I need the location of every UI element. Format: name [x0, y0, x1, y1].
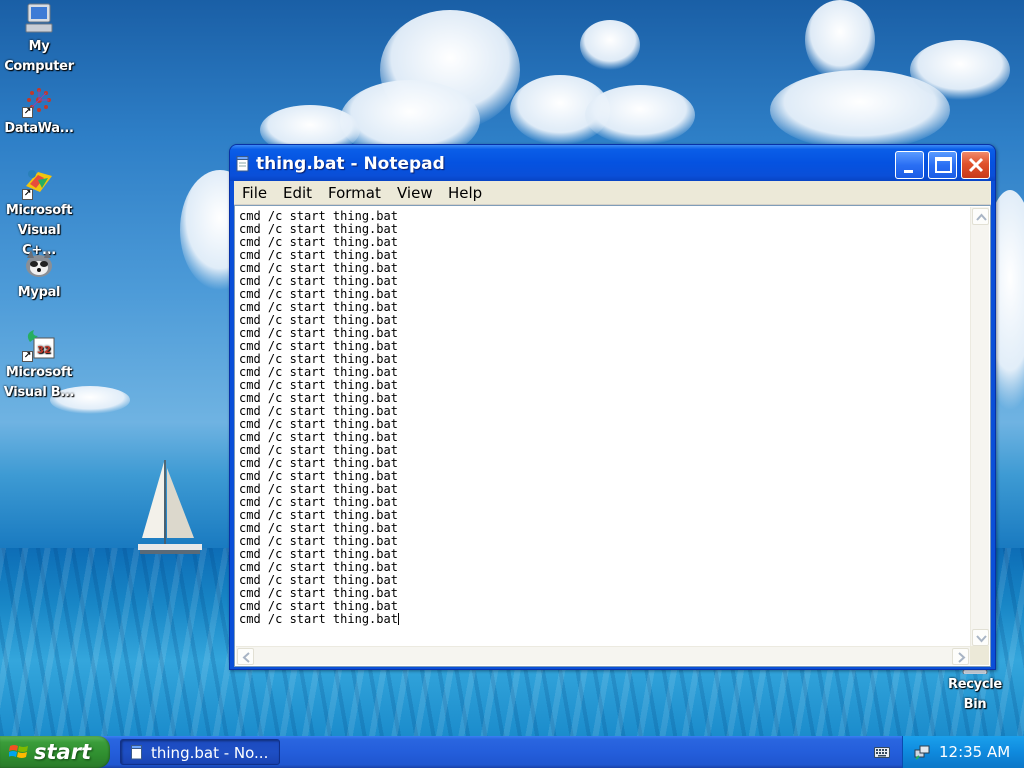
desktop-icon-my-computer[interactable]: My Computer — [0, 2, 78, 77]
window-title: thing.bat - Notepad — [256, 154, 445, 174]
keyboard-icon[interactable] — [874, 745, 890, 759]
desktop-icon-label: My Computer — [4, 39, 74, 74]
start-button[interactable]: start — [0, 736, 110, 768]
desktop-icon-mypal[interactable]: Mypal — [0, 248, 78, 303]
window-titlebar[interactable]: thing.bat - Notepad — [230, 145, 995, 181]
scroll-up-button[interactable] — [972, 208, 989, 225]
desktop-icon-visual-cpp[interactable]: ↗ Microsoft Visual C+... — [0, 166, 78, 261]
size-grip[interactable] — [970, 646, 989, 665]
menu-view[interactable]: View — [393, 183, 437, 203]
arrow-left-icon — [242, 652, 250, 663]
arrow-down-icon — [976, 635, 987, 643]
close-icon — [968, 157, 984, 173]
system-tray: 12:35 AM — [902, 736, 1024, 768]
shortcut-arrow-icon: ↗ — [22, 189, 33, 200]
scroll-right-button[interactable] — [952, 648, 969, 665]
notepad-icon — [131, 745, 142, 760]
clock[interactable]: 12:35 AM — [939, 742, 1010, 762]
shortcut-arrow-icon: ↗ — [22, 351, 33, 362]
svg-text:32: 32 — [37, 345, 51, 356]
menu-help[interactable]: Help — [444, 183, 486, 203]
minimize-button[interactable] — [895, 151, 924, 179]
network-icon[interactable] — [913, 743, 931, 761]
editor-text-area[interactable]: cmd /c start thing.bat cmd /c start thing… — [236, 207, 970, 647]
desktop-icon-label: DataWa... — [4, 121, 74, 136]
visual-cpp-icon: ↗ — [22, 166, 56, 200]
desktop-icon-label: Microsoft Visual B... — [3, 365, 75, 400]
maximize-button[interactable] — [928, 151, 957, 179]
notepad-icon — [236, 156, 249, 172]
datawarrior-icon: ↗ — [22, 84, 56, 118]
editor-line: cmd /c start thing.bat — [239, 612, 399, 626]
menu-edit[interactable]: Edit — [279, 183, 316, 203]
taskbar-button-label: thing.bat - No... — [151, 744, 269, 762]
maximize-icon — [935, 157, 952, 173]
taskbar-button-notepad[interactable]: thing.bat - No... — [120, 739, 280, 765]
menu-file[interactable]: File — [238, 183, 271, 203]
editor-client-area: cmd /c start thing.bat cmd /c start thing… — [234, 205, 991, 667]
arrow-right-icon — [958, 652, 966, 663]
my-computer-icon — [22, 2, 56, 36]
start-label: start — [34, 740, 92, 764]
close-button[interactable] — [961, 151, 990, 179]
text-caret — [397, 613, 399, 625]
minimize-icon — [904, 170, 913, 173]
shortcut-arrow-icon: ↗ — [22, 107, 33, 118]
visual-basic-icon: 32 ↗ — [22, 328, 56, 362]
horizontal-scrollbar[interactable] — [236, 646, 970, 665]
menu-bar: File Edit Format View Help — [234, 181, 991, 205]
mypal-icon — [22, 248, 56, 282]
windows-logo-icon — [9, 745, 28, 758]
vertical-scrollbar[interactable] — [970, 207, 989, 647]
notepad-window[interactable]: thing.bat - Notepad File Edit Format Vie… — [229, 144, 996, 670]
desktop-icon-label: Recycle Bin — [948, 677, 1002, 712]
arrow-up-icon — [976, 213, 987, 221]
taskbar: start thing.bat - No... 12:35 AM — [0, 736, 1024, 768]
sailboat-image — [138, 460, 202, 554]
scroll-down-button[interactable] — [972, 629, 989, 646]
desktop-icon-visual-basic[interactable]: 32 ↗ Microsoft Visual B... — [0, 328, 78, 403]
desktop-icon-datawarrior[interactable]: ↗ DataWa... — [0, 84, 78, 139]
scroll-left-button[interactable] — [237, 648, 254, 665]
desktop-icon-label: Mypal — [17, 285, 61, 300]
menu-format[interactable]: Format — [324, 183, 385, 203]
